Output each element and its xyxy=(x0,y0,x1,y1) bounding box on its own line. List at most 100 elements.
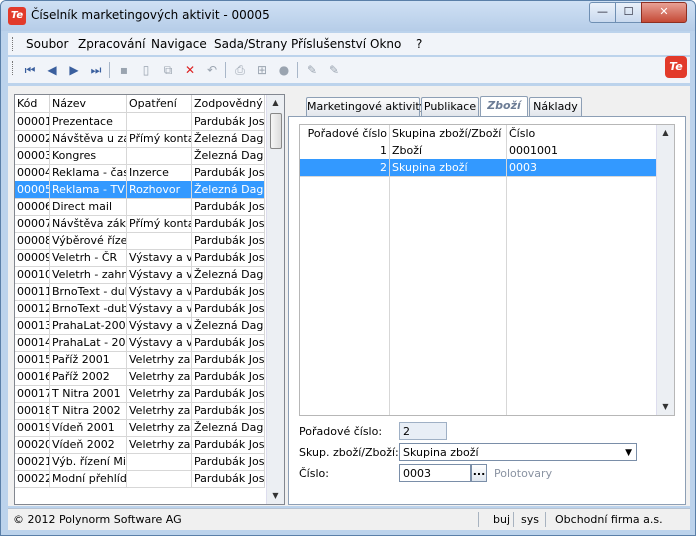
list-row[interactable]: 00004Reklama - časoInzercePardubák Jos xyxy=(15,164,265,182)
record-list[interactable]: Kód Název Opatření Zodpovědný 00001 Preze… xyxy=(14,94,285,505)
save-icon[interactable]: ▪ xyxy=(116,62,132,78)
list-row[interactable]: 00014PrahaLat - 2002Výstavy a vePardubák… xyxy=(15,334,265,352)
list-row[interactable]: 00005 Reklama - TV Rozhovor Železná Dagn xyxy=(15,181,265,199)
close-button[interactable]: ✕ xyxy=(641,2,687,23)
hierarchy-icon[interactable]: ⊞ xyxy=(254,62,270,78)
list-cell: Výstavy a ve xyxy=(127,266,192,283)
list-cell: Vídeň 2002 xyxy=(50,436,127,453)
grid-row[interactable]: 2 Skupina zboží 0003 xyxy=(300,159,657,177)
copy-icon[interactable]: ⧉ xyxy=(160,62,176,78)
column-header-nazev[interactable]: Název xyxy=(50,95,127,112)
status-user: buj xyxy=(493,513,511,526)
toolbar-grip-handle[interactable] xyxy=(12,61,15,75)
scroll-down-icon[interactable]: ▼ xyxy=(267,488,284,504)
maximize-button[interactable]: ☐ xyxy=(615,2,642,23)
menu-okno[interactable]: Okno xyxy=(370,37,401,51)
minimize-button[interactable]: — xyxy=(589,2,616,23)
chevron-down-icon[interactable]: ▼ xyxy=(625,444,632,460)
list-header: Kód Název Opatření Zodpovědný xyxy=(15,95,265,113)
list-cell: 00006 xyxy=(17,198,50,215)
menu-sada-strany[interactable]: Sada/Strany xyxy=(214,37,287,51)
undo-icon[interactable]: ↶ xyxy=(204,62,220,78)
list-cell: Modní přehlídka xyxy=(52,470,127,487)
goods-grid[interactable]: Pořadové číslo Skupina zboží/Zboží Číslo… xyxy=(299,124,675,416)
list-cell: 00007 xyxy=(17,215,50,232)
tab-zbozi[interactable]: Zboží xyxy=(480,96,528,116)
number-input[interactable]: 0003 xyxy=(399,464,471,482)
column-header-skupina-zbozi[interactable]: Skupina zboží/Zboží xyxy=(390,125,507,142)
list-cell: 00003 xyxy=(17,147,50,164)
list-cell: Paříž 2002 xyxy=(50,368,127,385)
edit-pencil-disabled-icon[interactable]: ✎ xyxy=(326,62,342,78)
title-bar[interactable]: Te Číselník marketingových aktivit - 000… xyxy=(1,1,695,31)
menu-navigace[interactable]: Navigace xyxy=(151,37,207,51)
last-record-icon[interactable]: ⏭ xyxy=(88,62,104,78)
list-row[interactable]: 00018T Nitra 2002Veletrhy zahrPardubák J… xyxy=(15,402,265,420)
menu-zpracovani[interactable]: Zpracování xyxy=(78,37,145,51)
list-row[interactable]: 00011BrnoText - dubeVýstavy a vePardubák… xyxy=(15,283,265,301)
scroll-up-icon[interactable]: ▲ xyxy=(267,95,284,111)
list-cell: 00005 xyxy=(17,181,50,198)
app-logo-icon[interactable]: Te xyxy=(8,7,26,25)
menu-grip-handle[interactable] xyxy=(12,37,15,51)
column-header-poradove-cislo[interactable]: Pořadové číslo xyxy=(300,125,390,142)
tab-marketingove-aktivity[interactable]: Marketingové aktivity xyxy=(306,97,426,116)
next-record-icon[interactable]: ▶ xyxy=(66,62,82,78)
column-header-cislo[interactable]: Číslo xyxy=(507,125,657,142)
list-row[interactable]: 00022Modní přehlídka Pardubák Jos xyxy=(15,470,265,488)
list-row[interactable]: 00002Návštěva u zákPřímý kontakŽelezná D… xyxy=(15,130,265,148)
list-cell: Přímý kontak xyxy=(127,215,192,232)
menu-soubor[interactable]: Soubor xyxy=(26,37,68,51)
list-scrollbar[interactable]: ▲ ▼ xyxy=(266,95,284,504)
scroll-up-icon[interactable]: ▲ xyxy=(657,125,674,141)
toolbar-separator xyxy=(225,62,226,78)
menu-prislusenstvi[interactable]: Příslušenství xyxy=(291,37,366,51)
list-cell: Reklama - časo xyxy=(50,164,127,181)
list-row[interactable]: 00019Vídeň 2001Veletrhy zahrŽelezná Dagn xyxy=(15,419,265,437)
list-row[interactable]: 00013PrahaLat-2001Výstavy a veŽelezná Da… xyxy=(15,317,265,335)
delete-icon[interactable]: ✕ xyxy=(182,62,198,78)
stop-icon[interactable]: ● xyxy=(276,62,292,78)
scroll-down-icon[interactable]: ▼ xyxy=(657,399,674,415)
list-row[interactable]: 00021Výb. řízení Min. Pardubák Jos xyxy=(15,453,265,471)
brand-logo-icon: Te xyxy=(665,56,687,78)
grid-scrollbar[interactable]: ▲ ▼ xyxy=(656,125,674,415)
list-cell xyxy=(127,232,192,249)
column-header-opatreni[interactable]: Opatření xyxy=(127,95,192,112)
list-row[interactable]: 00017T Nitra 2001Veletrhy zahrPardubák J… xyxy=(15,385,265,403)
column-header-kod[interactable]: Kód xyxy=(15,95,50,112)
first-record-icon[interactable]: ⏮ xyxy=(22,62,38,78)
list-cell: 00015 xyxy=(17,351,50,368)
new-record-icon[interactable]: ▯ xyxy=(138,62,154,78)
list-row[interactable]: 00008Výběrové řízeni Pardubák Jos xyxy=(15,232,265,250)
list-row[interactable]: 00016Paříž 2002Veletrhy zahrPardubák Jos xyxy=(15,368,265,386)
goods-group-select[interactable]: Skupina zboží ▼ xyxy=(399,443,637,461)
tab-publikace[interactable]: Publikace xyxy=(421,97,479,116)
list-cell: Paříž 2001 xyxy=(50,351,127,368)
list-cell: BrnoText -dube xyxy=(52,300,127,317)
list-cell: Pardubák Jos xyxy=(194,385,265,402)
browse-button[interactable]: ... xyxy=(471,464,487,482)
print-icon[interactable]: ⎙ xyxy=(232,62,248,78)
list-row[interactable]: 00012BrnoText -dubeVýstavy a vePardubák … xyxy=(15,300,265,318)
column-header-zodpovedny[interactable]: Zodpovědný xyxy=(192,95,265,112)
list-row[interactable]: 00007Návštěva zákazPřímý kontakPardubák … xyxy=(15,215,265,233)
list-row[interactable]: 00009Veletrh - ČRVýstavy a vePardubák Jo… xyxy=(15,249,265,267)
previous-record-icon[interactable]: ◀ xyxy=(44,62,60,78)
grid-column-divider xyxy=(389,142,390,415)
grid-cell: 2 xyxy=(300,159,390,176)
grid-cell: Zboží xyxy=(390,142,507,159)
tab-naklady[interactable]: Náklady xyxy=(529,97,582,116)
grid-row[interactable]: 1 Zboží 0001001 xyxy=(300,142,657,160)
menu-help[interactable]: ? xyxy=(416,37,422,51)
list-row[interactable]: 00010Veletrh - zahranVýstavy a veŽelezná… xyxy=(15,266,265,284)
list-cell: BrnoText - dube xyxy=(50,283,127,300)
scroll-thumb[interactable] xyxy=(270,113,282,149)
list-row[interactable]: 00003 Kongres Železná Dagn xyxy=(15,147,265,165)
list-row[interactable]: 00020Vídeň 2002Veletrhy zahrPardubák Jos xyxy=(15,436,265,454)
edit-pencil-icon[interactable]: ✎ xyxy=(304,62,320,78)
list-row[interactable]: 00015Paříž 2001Veletrhy zahrPardubák Jos xyxy=(15,351,265,369)
list-row[interactable]: 00006 Direct mail Pardubák Jos xyxy=(15,198,265,216)
list-cell: Výstavy a ve xyxy=(127,300,192,317)
list-row[interactable]: 00001 Prezentace Pardubák Jos xyxy=(15,113,265,131)
